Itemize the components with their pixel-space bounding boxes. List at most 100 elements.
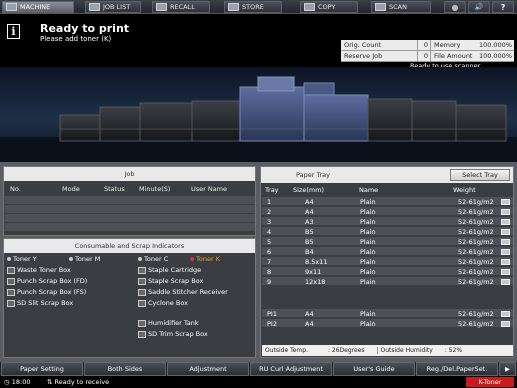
tray-weight: 52-61g/m2: [458, 237, 494, 246]
tray-size: B5: [305, 227, 314, 236]
tray-number: 9: [267, 277, 272, 286]
tray-weight: 52-61g/m2: [458, 257, 494, 266]
toner-k-indicator: Toner K: [190, 255, 220, 263]
both-sides-button[interactable]: Both Sides: [84, 362, 166, 376]
scrap-box-icon: [138, 330, 146, 338]
job-row[interactable]: [5, 214, 255, 223]
ru-curl-adjustment-label: RU Curl Adjustment: [259, 365, 323, 373]
tray-size: A3: [305, 217, 314, 226]
tray-row[interactable]: 2 A4 Plain 52-61g/m2: [262, 207, 513, 216]
next-page-button[interactable]: ▶: [499, 362, 516, 376]
tray-row[interactable]: 8 9x11 Plain 52-61g/m2: [262, 267, 513, 276]
machine-drawing: [0, 67, 517, 162]
k-toner-alert[interactable]: K-Toner: [466, 377, 514, 387]
job-col-minute: Minute(S): [139, 185, 171, 193]
reg-del-paperset-button[interactable]: Reg./Del.PaperSet.: [416, 362, 498, 376]
cyclone-box-label: Cyclone Box: [148, 299, 189, 307]
reserve-job-value: 0: [418, 51, 431, 61]
saddle-stitcher-indicator: Saddle Stitcher Receiver: [138, 288, 228, 296]
tray-columns: Tray Size(mm) Name Weight: [261, 186, 513, 196]
receive-status-label: Ready to receive: [54, 378, 110, 386]
users-guide-button[interactable]: User's Guide: [333, 362, 415, 376]
status-panels: Job No. Mode Status Minute(S) User Name …: [0, 162, 517, 362]
tray-paper-name: Plain: [360, 207, 376, 216]
tray-number: 8: [267, 267, 272, 276]
adjustment-button[interactable]: Adjustment: [167, 362, 249, 376]
job-row[interactable]: [5, 223, 255, 232]
tab-copy[interactable]: COPY: [300, 1, 358, 13]
toner-y-indicator: Toner Y: [7, 255, 37, 263]
tab-machine[interactable]: MACHINE: [2, 1, 74, 13]
outside-humidity-value: : 52%: [444, 347, 463, 354]
paper-setting-label: Paper Setting: [20, 365, 64, 373]
paper-tray-panel: Paper Tray Select Tray Tray Size(mm) Nam…: [260, 166, 514, 358]
toner-m-label: Toner M: [75, 255, 101, 263]
job-row[interactable]: [5, 205, 255, 214]
tab-job-list[interactable]: JOB LIST: [85, 1, 141, 13]
tray-row[interactable]: PI1 A4 Plain 52-61g/m2: [262, 309, 513, 318]
arrow-right-icon: ▶: [505, 365, 510, 373]
tray-paper-name: Plain: [360, 257, 376, 266]
saddle-stitcher-icon: [138, 288, 146, 296]
paper-setting-button[interactable]: Paper Setting: [1, 362, 83, 376]
staple-icon: [138, 277, 146, 285]
stop-button[interactable]: ●: [444, 1, 466, 13]
humidifier-indicator: Humidifier Tank: [138, 319, 199, 327]
tray-size: B4: [305, 247, 314, 256]
stop-icon: ●: [451, 2, 459, 12]
tab-store[interactable]: STORE: [224, 1, 282, 13]
tray-row[interactable]: 1 A4 Plain 52-61g/m2: [262, 197, 513, 206]
waste-toner-icon: [7, 266, 15, 274]
humidifier-icon: [138, 319, 146, 327]
paper-swatch-icon: [501, 228, 510, 235]
copy-icon: [304, 3, 315, 11]
tray-row[interactable]: 5 B5 Plain 52-61g/m2: [262, 237, 513, 246]
tray-row[interactable]: PI2 A4 Plain 52-61g/m2: [262, 319, 513, 328]
toner-m-indicator: Toner M: [69, 255, 100, 263]
toner-c-label: Toner C: [144, 255, 169, 263]
waste-toner-label: Waste Toner Box: [17, 266, 71, 274]
paper-swatch-icon: [501, 278, 510, 285]
punch-scrap-icon: [7, 277, 15, 285]
memory-value: 100.000%: [478, 41, 512, 49]
paper-swatch-icon: [501, 320, 510, 327]
cyclone-box-indicator: Cyclone Box: [138, 299, 188, 307]
tray-row[interactable]: 4 B5 Plain 52-61g/m2: [262, 227, 513, 236]
tab-scan[interactable]: SCAN: [371, 1, 431, 13]
scrap-box-icon: [7, 299, 15, 307]
tray-row[interactable]: 9 12x18 Plain 52-61g/m2: [262, 277, 513, 286]
function-bar: Paper Setting Both Sides Adjustment RU C…: [0, 362, 517, 376]
tray-size: B5: [305, 237, 314, 246]
users-guide-label: User's Guide: [353, 365, 395, 373]
help-button[interactable]: ?: [492, 1, 514, 13]
select-tray-button[interactable]: Select Tray: [450, 169, 510, 181]
outside-temp-value: : 26Degrees: [327, 347, 365, 354]
job-row[interactable]: [5, 196, 255, 205]
tray-paper-name: Plain: [360, 237, 376, 246]
tab-recall[interactable]: RECALL: [152, 1, 210, 13]
tray-number: 1: [267, 197, 272, 206]
paper-swatch-icon: [501, 218, 510, 225]
tray-col-tray: Tray: [265, 186, 279, 194]
count-row-1: Orig. Count 0 Memory 100.000%: [341, 40, 514, 51]
consumables-panel: Consumable and Scrap Indicators Toner Y …: [3, 238, 256, 358]
toner-m-icon: [69, 257, 73, 261]
count-table: Orig. Count 0 Memory 100.000% Reserve Jo…: [341, 40, 514, 62]
tray-size: A4: [305, 309, 314, 318]
tray-col-name: Name: [359, 186, 379, 194]
tray-row[interactable]: 7 8.5x11 Plain 52-61g/m2: [262, 257, 513, 266]
environment-bar: Outside Temp. : 26Degrees Outside Humidi…: [262, 345, 513, 356]
volume-button[interactable]: 🔊: [468, 1, 490, 13]
staple-scrap-label: Staple Scrap Box: [148, 277, 204, 285]
tray-paper-name: Plain: [360, 197, 376, 206]
adjustment-label: Adjustment: [189, 365, 227, 373]
tray-row[interactable]: 6 B4 Plain 52-61g/m2: [262, 247, 513, 256]
job-panel-title: Job: [4, 167, 255, 181]
ru-curl-adjustment-button[interactable]: RU Curl Adjustment: [250, 362, 332, 376]
tray-number: 3: [267, 217, 272, 226]
tray-size: 12x18: [305, 277, 326, 286]
tray-weight: 52-61g/m2: [458, 207, 494, 216]
tray-paper-name: Plain: [360, 319, 376, 328]
tray-row[interactable]: 3 A3 Plain 52-61g/m2: [262, 217, 513, 226]
tray-size: 9x11: [305, 267, 322, 276]
